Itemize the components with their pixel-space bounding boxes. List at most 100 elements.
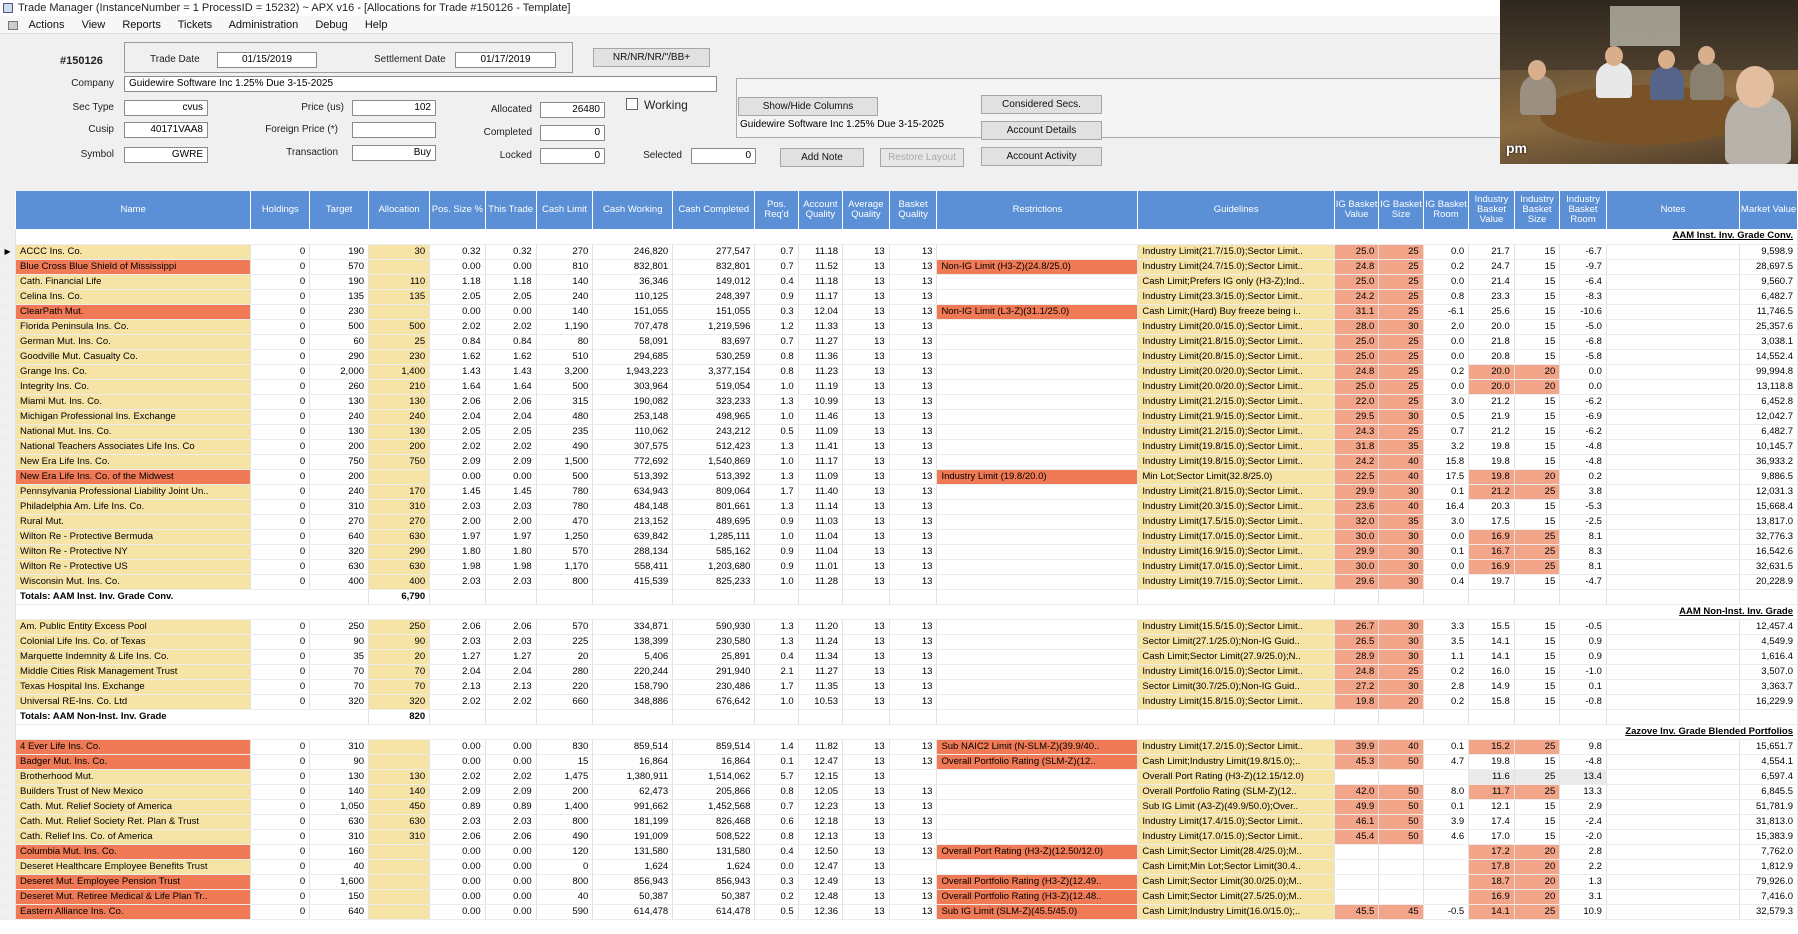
cell-avq[interactable]: 13: [842, 274, 890, 290]
cell-alloc[interactable]: 270: [368, 514, 431, 530]
column-header-ig-basket-room[interactable]: IG Basket Room: [1423, 191, 1470, 229]
cell-avq[interactable]: 13: [842, 529, 890, 545]
cell-alloc[interactable]: 1,400: [368, 364, 431, 380]
cell-avq[interactable]: 13: [842, 499, 890, 515]
cell-avq[interactable]: 13: [842, 739, 890, 755]
column-header-target[interactable]: Target: [309, 191, 370, 229]
price-field[interactable]: 102: [352, 100, 436, 116]
table-row[interactable]: Universal RE-Ins. Co. Ltd 0 320 320 2.02 2.02…: [0, 694, 1798, 710]
rating-button[interactable]: NR/NR/NR/"/BB+: [593, 48, 710, 67]
table-row[interactable]: Rural Mut. 0 270 270 2.00 2.00 470 213,152 489,6…: [0, 514, 1798, 530]
completed-field[interactable]: 0: [540, 125, 605, 141]
table-row[interactable]: Builders Trust of New Mexico 0 140 140 2.09 2…: [0, 784, 1798, 800]
allocated-field[interactable]: 26480: [540, 102, 605, 118]
table-row[interactable]: ClearPath Mut. 0 230 0.00 0.00 140 151,055 151,…: [0, 304, 1798, 320]
cell-avq[interactable]: 13: [842, 334, 890, 350]
cell-avq[interactable]: 13: [842, 544, 890, 560]
cell-avq[interactable]: 13: [842, 304, 890, 320]
cell-alloc[interactable]: [368, 469, 431, 485]
table-row[interactable]: Middle Cities Risk Management Trust 0 70 70…: [0, 664, 1798, 680]
cell-alloc[interactable]: 70: [368, 664, 431, 680]
cell-avq[interactable]: 13: [842, 379, 890, 395]
table-row[interactable]: Celina Ins. Co. 0 135 135 2.05 2.05 240 110,125…: [0, 289, 1798, 305]
cell-alloc[interactable]: [368, 874, 431, 890]
cell-avq[interactable]: 13: [842, 424, 890, 440]
account-activity-button[interactable]: Account Activity: [981, 147, 1102, 166]
cell-alloc[interactable]: [368, 889, 431, 905]
cell-alloc[interactable]: 30: [368, 244, 431, 260]
cusip-field[interactable]: 40171VAA8: [124, 122, 208, 138]
group-header-row[interactable]: Zazove Inv. Grade Blended Portfolios: [0, 724, 1798, 740]
group-header-row[interactable]: AAM Non-Inst. Inv. Grade: [0, 604, 1798, 620]
cell-avq[interactable]: 13: [842, 289, 890, 305]
column-header-allocation[interactable]: Allocation: [368, 191, 431, 229]
cell-avq[interactable]: 13: [842, 754, 890, 770]
menu-view[interactable]: View: [82, 19, 106, 31]
table-row[interactable]: Badger Mut. Ins. Co. 0 90 0.00 0.00 15 16,864 1…: [0, 754, 1798, 770]
column-header-guidelines[interactable]: Guidelines: [1137, 191, 1335, 229]
column-header-name[interactable]: Name: [15, 191, 252, 229]
cell-alloc[interactable]: 630: [368, 529, 431, 545]
table-row[interactable]: New Era Life Ins. Co. 0 750 750 2.09 2.09 1,50…: [0, 454, 1798, 470]
column-header-cash-limit[interactable]: Cash Limit: [536, 191, 594, 229]
group-header-row[interactable]: AAM Inst. Inv. Grade Conv.: [0, 229, 1798, 245]
table-row[interactable]: Deseret Healthcare Employee Benefits Tru…: [0, 859, 1798, 875]
sec-type-field[interactable]: cvus: [124, 100, 208, 116]
cell-avq[interactable]: 13: [842, 514, 890, 530]
cell-avq[interactable]: 13: [842, 484, 890, 500]
cell-avq[interactable]: 13: [842, 319, 890, 335]
cell-avq[interactable]: 13: [842, 559, 890, 575]
cell-avq[interactable]: 13: [842, 904, 890, 920]
considered-secs-button[interactable]: Considered Secs.: [981, 95, 1102, 114]
menu-tickets[interactable]: Tickets: [178, 19, 212, 31]
window-menu-icon[interactable]: [8, 20, 18, 30]
table-row[interactable]: German Mut. Ins. Co. 0 60 25 0.84 0.84 80 58,09…: [0, 334, 1798, 350]
cell-alloc[interactable]: 630: [368, 559, 431, 575]
cell-alloc[interactable]: 25: [368, 334, 431, 350]
menu-administration[interactable]: Administration: [229, 19, 299, 31]
cell-alloc[interactable]: 130: [368, 424, 431, 440]
column-header-industry-basket-room[interactable]: Industry Basket Room: [1559, 191, 1607, 229]
table-row[interactable]: National Mut. Ins. Co. 0 130 130 2.05 2.05 235…: [0, 424, 1798, 440]
menu-debug[interactable]: Debug: [315, 19, 347, 31]
cell-alloc[interactable]: 140: [368, 784, 431, 800]
column-header-industry-basket-value[interactable]: Industry Basket Value: [1468, 191, 1515, 229]
table-row[interactable]: Deseret Mut. Employee Pension Trust 0 1,60…: [0, 874, 1798, 890]
cell-alloc[interactable]: 90: [368, 634, 431, 650]
cell-alloc[interactable]: 450: [368, 799, 431, 815]
cell-alloc[interactable]: [368, 739, 431, 755]
cell-alloc[interactable]: 135: [368, 289, 431, 305]
table-row[interactable]: Cath. Financial Life 0 190 110 1.18 1.18 140 36…: [0, 274, 1798, 290]
column-header-restrictions[interactable]: Restrictions: [936, 191, 1139, 229]
table-row[interactable]: Florida Peninsula Ins. Co. 0 500 500 2.02 2.0…: [0, 319, 1798, 335]
cell-alloc[interactable]: 310: [368, 499, 431, 515]
cell-alloc[interactable]: [368, 259, 431, 275]
cell-alloc[interactable]: 20: [368, 649, 431, 665]
column-header-this-trade[interactable]: This Trade: [485, 191, 537, 229]
cell-alloc[interactable]: 630: [368, 814, 431, 830]
trade-date-field[interactable]: 01/15/2019: [217, 52, 317, 68]
column-header-notes[interactable]: Notes: [1606, 191, 1741, 229]
cell-avq[interactable]: 13: [842, 889, 890, 905]
table-row[interactable]: Brotherhood Mut. 0 130 130 2.02 2.02 1,475 1,38…: [0, 769, 1798, 785]
cell-avq[interactable]: 13: [842, 469, 890, 485]
cell-avq[interactable]: 13: [842, 439, 890, 455]
cell-alloc[interactable]: [368, 304, 431, 320]
cell-avq[interactable]: 13: [842, 844, 890, 860]
table-row[interactable]: Wilton Re - Protective Bermuda 0 640 630 1.9…: [0, 529, 1798, 545]
column-header-market-value[interactable]: Market Value: [1739, 191, 1798, 229]
cell-avq[interactable]: 13: [842, 829, 890, 845]
cell-alloc[interactable]: 170: [368, 484, 431, 500]
cell-alloc[interactable]: 70: [368, 679, 431, 695]
cell-alloc[interactable]: [368, 754, 431, 770]
table-row[interactable]: Integrity Ins. Co. 0 260 210 1.64 1.64 500 303,…: [0, 379, 1798, 395]
table-row[interactable]: Columbia Mut. Ins. Co. 0 160 0.00 0.00 120 131…: [0, 844, 1798, 860]
cell-avq[interactable]: 13: [842, 799, 890, 815]
selected-field[interactable]: 0: [691, 148, 756, 164]
cell-alloc[interactable]: 110: [368, 274, 431, 290]
cell-avq[interactable]: 13: [842, 679, 890, 695]
cell-alloc[interactable]: 130: [368, 394, 431, 410]
table-row[interactable]: Cath. Relief Ins. Co. of America 0 310 310 2…: [0, 829, 1798, 845]
cell-avq[interactable]: 13: [842, 859, 890, 875]
menu-help[interactable]: Help: [365, 19, 388, 31]
